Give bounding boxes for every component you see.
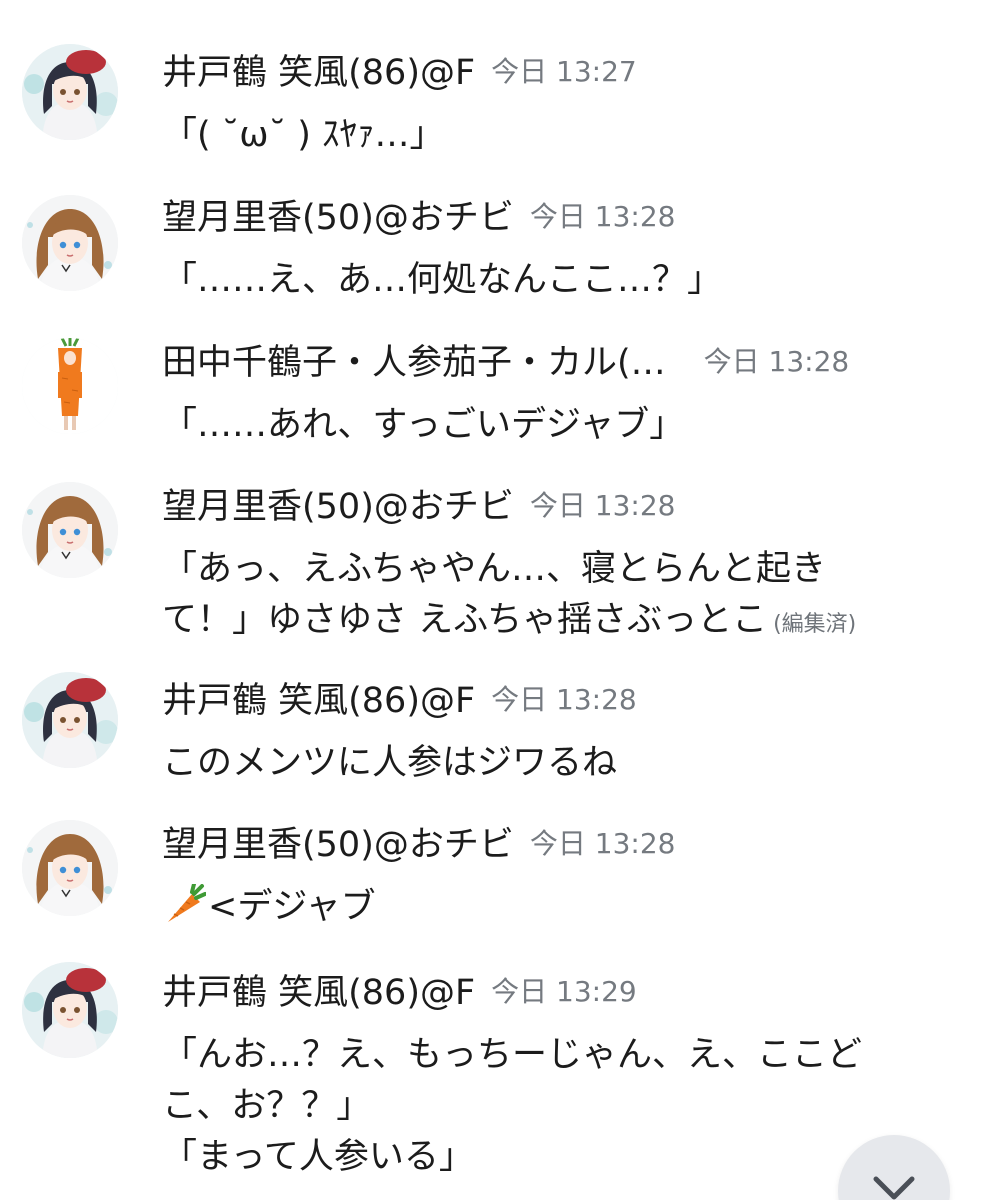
message-line: <デジャブ — [162, 882, 942, 939]
dark-hair-red-beret-icon — [22, 672, 118, 768]
message-header: 望月里香(50)@おチビ 今日 13:28 — [162, 201, 675, 236]
message-text: 「( ˘ω˘ ) ｽﾔｧ…」 — [162, 110, 942, 161]
message-text: このメンツに人参はジワるね — [162, 738, 942, 789]
message-line: 「( ˘ω˘ ) ｽﾔｧ…」 — [162, 115, 445, 155]
message-line: て！」ゆさゆさ えふちゃ揺さぶっとこ (編集済) — [162, 595, 942, 650]
username[interactable]: 井戸鶴 笑風(86)@F — [162, 681, 475, 721]
timestamp: 今日 13:28 — [491, 683, 637, 716]
dark-hair-red-beret-icon — [22, 44, 118, 140]
carrot-emoji-icon — [162, 882, 207, 939]
message-header: 望月里香(50)@おチビ 今日 13:28 — [162, 828, 675, 863]
carrot-costume-icon — [22, 338, 118, 434]
message-header: 井戸鶴 笑風(86)@F 今日 13:27 — [162, 56, 637, 91]
brown-hair-girl-icon — [22, 482, 118, 578]
timestamp: 今日 13:28 — [529, 827, 676, 860]
message-line: 「……あれ、すっごいデジャブ」 — [162, 405, 685, 445]
message-line: 「……え、あ…何処なんここ…？」 — [162, 260, 723, 300]
message-text: 「……あれ、すっごいデジャブ」 — [162, 400, 942, 451]
message-line: 「んお…？え、もっちーじゃん、え、ここど — [162, 1035, 863, 1075]
message-line-text: て！」ゆさゆさ えふちゃ揺さぶっとこ — [162, 600, 768, 640]
timestamp: 今日 13:29 — [491, 975, 637, 1008]
message-line-text: <デジャブ — [208, 887, 376, 927]
message-text: 「あっ、えふちゃやん…、寝とらんと起き て！」ゆさゆさ えふちゃ揺さぶっとこ (編… — [162, 544, 942, 650]
chevron-down-icon — [873, 1176, 915, 1200]
message-header: 田中千鶴子・人参茄子・カル(… 今日 13:28 — [162, 346, 849, 381]
chat-message-list[interactable]: 井戸鶴 笑風(86)@F 今日 13:27 「( ˘ω˘ ) ｽﾔｧ…」 望月里… — [0, 0, 995, 1200]
message-header: 井戸鶴 笑風(86)@F 今日 13:29 — [162, 976, 637, 1011]
username[interactable]: 望月里香(50)@おチビ — [162, 198, 514, 238]
avatar-brown-hair-girl[interactable] — [22, 482, 118, 578]
username[interactable]: 望月里香(50)@おチビ — [162, 825, 514, 865]
timestamp: 今日 13:28 — [703, 345, 850, 378]
message-text: 「んお…？え、もっちーじゃん、え、ここど こ、お？？」 「まって人参いる」 — [162, 1030, 942, 1183]
avatar-carrot-costume[interactable] — [22, 338, 118, 434]
edited-label: (編集済) — [773, 612, 857, 637]
message-line: 「あっ、えふちゃやん…、寝とらんと起き — [162, 549, 826, 589]
avatar-brown-hair-girl[interactable] — [22, 820, 118, 916]
message-header: 望月里香(50)@おチビ 今日 13:28 — [162, 490, 675, 525]
message-line: 「まって人参いる」 — [162, 1137, 474, 1177]
message-header: 井戸鶴 笑風(86)@F 今日 13:28 — [162, 684, 637, 719]
message-text: 「……え、あ…何処なんここ…？」 — [162, 255, 942, 306]
dark-hair-red-beret-icon — [22, 962, 118, 1058]
avatar-dark-hair-red-beret[interactable] — [22, 44, 118, 140]
message-line: こ、お？？」 — [162, 1086, 372, 1126]
timestamp: 今日 13:28 — [529, 489, 676, 522]
username[interactable]: 望月里香(50)@おチビ — [162, 487, 514, 527]
username[interactable]: 田中千鶴子・人参茄子・カル(… — [162, 343, 666, 383]
avatar-dark-hair-red-beret[interactable] — [22, 672, 118, 768]
brown-hair-girl-icon — [22, 195, 118, 291]
timestamp: 今日 13:27 — [491, 55, 637, 88]
avatar-dark-hair-red-beret[interactable] — [22, 962, 118, 1058]
brown-hair-girl-icon — [22, 820, 118, 916]
timestamp: 今日 13:28 — [529, 200, 676, 233]
message-text: <デジャブ — [162, 882, 942, 939]
avatar-brown-hair-girl[interactable] — [22, 195, 118, 291]
username[interactable]: 井戸鶴 笑風(86)@F — [162, 53, 475, 93]
username[interactable]: 井戸鶴 笑風(86)@F — [162, 973, 475, 1013]
message-line: このメンツに人参はジワるね — [162, 743, 618, 783]
